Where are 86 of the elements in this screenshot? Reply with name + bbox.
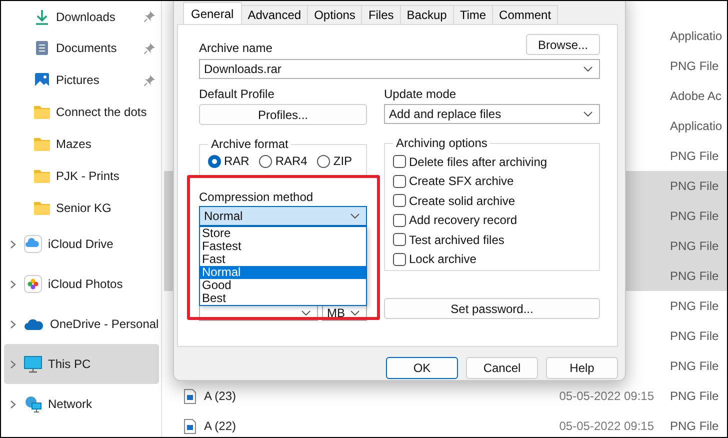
dropdown-option[interactable]: Normal xyxy=(200,266,366,279)
file-type: PNG File xyxy=(670,239,720,253)
folder-icon xyxy=(34,137,50,151)
group-title: Archive format xyxy=(210,137,290,151)
tab[interactable]: Options xyxy=(307,5,362,24)
dialog-button[interactable]: Cancel xyxy=(466,357,538,379)
update-mode-dropdown[interactable]: Add and replace files xyxy=(384,104,600,124)
pin-icon xyxy=(144,74,155,86)
field-label: Default Profile xyxy=(199,87,276,101)
folder-icon xyxy=(34,105,50,119)
option-checkbox[interactable]: Create solid archive xyxy=(393,191,591,210)
format-radio[interactable]: ZIP xyxy=(317,154,352,168)
nav-item[interactable]: OneDrive - Personal xyxy=(4,304,159,344)
image-file-icon xyxy=(184,418,196,434)
file-row[interactable]: A (23) 05-05-2022 09:15 PNG File xyxy=(164,381,727,411)
nav-item[interactable]: Network xyxy=(4,384,159,424)
nav-item[interactable]: PJK - Prints xyxy=(4,160,159,192)
dropdown-option[interactable]: Fast xyxy=(200,253,366,266)
chevron-down-icon xyxy=(350,213,360,219)
option-checkbox[interactable]: Lock archive xyxy=(393,250,591,269)
chevron-icon xyxy=(10,400,16,408)
nav-item[interactable]: This PC xyxy=(4,344,159,384)
dropdown-option[interactable]: Store xyxy=(200,227,366,240)
flower-icon xyxy=(24,275,42,293)
field-label: Archive name xyxy=(199,41,272,55)
chevron-down-icon xyxy=(583,111,593,117)
field-label: Update mode xyxy=(384,87,458,101)
profiles-button[interactable]: Profiles... xyxy=(199,104,367,125)
format-radio[interactable]: RAR xyxy=(208,154,250,168)
tab[interactable]: Comment xyxy=(492,5,558,24)
file-row[interactable]: A (22) 05-05-2022 09:15 PNG File xyxy=(164,411,727,437)
file-date: 05-05-2022 09:15 xyxy=(559,419,654,433)
group-title: Archiving options xyxy=(395,136,488,150)
download-icon xyxy=(34,8,50,24)
dropdown-option[interactable]: Good xyxy=(200,279,366,292)
browse-button[interactable]: Browse... xyxy=(526,34,600,55)
file-name: A (23) xyxy=(204,389,236,403)
archive-name-field[interactable]: Downloads.rar xyxy=(199,59,600,79)
folder-icon xyxy=(34,169,50,183)
cloud-icon xyxy=(24,318,44,330)
tab[interactable]: Backup xyxy=(400,5,454,24)
monitor-icon xyxy=(24,356,42,372)
pin-icon xyxy=(144,11,155,22)
file-type: PNG File xyxy=(670,329,720,343)
file-type: PNG File xyxy=(670,209,720,223)
tab[interactable]: General xyxy=(183,2,242,24)
dropdown-option[interactable]: Best xyxy=(200,292,366,305)
set-password-button[interactable]: Set password... xyxy=(384,298,600,319)
nav-item[interactable]: Connect the dots xyxy=(4,96,159,128)
nav-item[interactable]: Downloads xyxy=(4,1,159,32)
chevron-down-icon xyxy=(583,66,593,72)
chevron-icon xyxy=(10,280,16,288)
format-radio[interactable]: RAR4 xyxy=(259,154,308,168)
option-checkbox[interactable]: Test archived files xyxy=(393,230,591,250)
option-checkbox[interactable]: Create SFX archive xyxy=(393,172,591,191)
pin-icon xyxy=(144,42,155,54)
chevron-icon xyxy=(10,240,16,248)
file-type: PNG File xyxy=(670,179,720,193)
network-icon xyxy=(24,396,42,412)
folder-icon xyxy=(34,201,50,215)
option-checkbox[interactable]: Add recovery record xyxy=(393,210,591,230)
chevron-icon xyxy=(10,320,16,328)
image-file-icon xyxy=(184,388,196,404)
dialog-button[interactable]: Help xyxy=(546,357,618,379)
option-checkbox[interactable]: Delete files after archiving xyxy=(393,152,591,172)
nav-item[interactable]: Documents xyxy=(4,32,159,64)
picture-icon xyxy=(34,72,50,88)
cloud-icon xyxy=(24,235,42,253)
file-type: PNG File xyxy=(670,389,720,403)
compression-method-dropdown[interactable]: Normal xyxy=(199,206,367,226)
file-date: 05-05-2022 09:15 xyxy=(559,389,654,403)
nav-item[interactable]: Pictures xyxy=(4,64,159,96)
chevron-down-icon xyxy=(301,310,311,316)
dialog-button[interactable]: OK xyxy=(386,357,458,379)
file-name: A (22) xyxy=(204,419,236,433)
nav-item[interactable]: iCloud Photos xyxy=(4,264,159,304)
file-type: PNG File xyxy=(670,419,720,433)
field-label: Compression method xyxy=(199,190,314,204)
nav-item[interactable]: iCloud Drive xyxy=(4,224,159,264)
nav-item[interactable]: Mazes xyxy=(4,128,159,160)
nav-item[interactable]: Senior KG xyxy=(4,192,159,224)
chevron-down-icon xyxy=(350,310,360,316)
chevron-icon xyxy=(10,360,16,368)
dropdown-option[interactable]: Fastest xyxy=(200,240,366,253)
document-icon xyxy=(34,40,50,56)
file-type: PNG File xyxy=(670,269,720,283)
